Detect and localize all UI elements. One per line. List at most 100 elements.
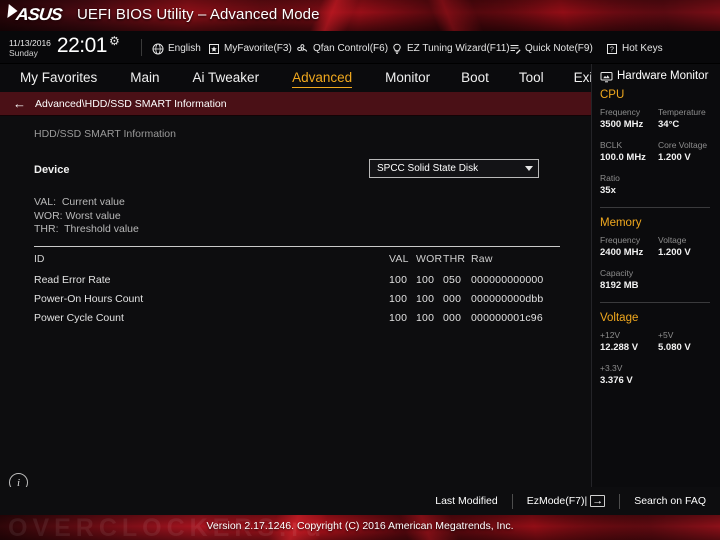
monitor-icon — [600, 70, 613, 83]
note-pencil-icon — [508, 42, 521, 55]
table-row[interactable]: Power-On Hours Count 100 100 000 0000000… — [34, 291, 560, 310]
header-wor: WOR — [416, 252, 443, 265]
bottombar-divider — [511, 493, 513, 509]
toolbar-item-hot-keys[interactable]: ? Hot Keys — [605, 40, 663, 57]
readout-key: Temperature — [658, 107, 706, 117]
header-thr: THR — [443, 252, 466, 265]
toolbar-item-quick-note[interactable]: Quick Note(F9) — [508, 40, 593, 57]
readout-value: 3.376 V — [600, 375, 633, 386]
row-val: 100 — [389, 292, 408, 305]
legend-wor: WOR: Worst value — [34, 209, 121, 222]
current-day: Sunday — [9, 48, 38, 58]
toolbar-item-qfan-control[interactable]: Qfan Control(F6) — [296, 40, 388, 57]
smart-attributes-table: ID VAL WOR THR Raw Read Error Rate 100 1… — [34, 251, 560, 329]
device-label: Device — [34, 164, 70, 176]
version-copyright: Version 2.17.1246. Copyright (C) 2016 Am… — [206, 520, 514, 532]
hardware-monitor-header: Hardware Monitor — [600, 70, 720, 83]
readout-capacity: Capacity 8192 MB — [600, 268, 716, 292]
row-id: Read Error Rate — [34, 273, 111, 286]
toolbar-item-myfavorite[interactable]: MyFavorite(F3) — [207, 40, 292, 57]
readout-value: 12.288 V — [600, 342, 639, 353]
row-thr: 000 — [443, 292, 462, 305]
row-id: Power Cycle Count — [34, 311, 124, 324]
readout-mem-frequency: Frequency 2400 MHz — [600, 235, 658, 259]
breadcrumb[interactable]: ← Advanced\HDD/SSD SMART Information — [0, 92, 591, 116]
readout-value: 100.0 MHz — [600, 152, 646, 163]
current-time: 22:01 — [56, 34, 108, 57]
legend-val: VAL: Current value — [34, 196, 125, 208]
readout-12v: +12V 12.288 V — [600, 330, 658, 354]
date-time-block[interactable]: 11/13/2016 Sunday 22:01 ⚙ — [9, 34, 120, 59]
row-wor: 100 — [416, 273, 435, 286]
hardware-monitor-title: Hardware Monitor — [617, 70, 709, 82]
readout-key: Capacity — [600, 268, 634, 278]
device-select-value: SPCC Solid State Disk — [377, 163, 479, 174]
toolbar-divider — [141, 39, 142, 56]
title-banner: ASUS UEFI BIOS Utility – Advanced Mode — [0, 0, 720, 31]
table-row[interactable]: Power Cycle Count 100 100 000 000000001c… — [34, 310, 560, 329]
tab-advanced[interactable]: Advanced — [292, 70, 353, 88]
header-val: VAL — [389, 252, 409, 265]
bios-screen: ASUS UEFI BIOS Utility – Advanced Mode 1… — [0, 0, 720, 540]
row-val: 100 — [389, 273, 408, 286]
readout-ratio: Ratio 35x — [600, 173, 716, 197]
back-arrow-icon[interactable]: ← — [13, 97, 26, 110]
arrow-into-bracket-icon: → — [590, 495, 606, 507]
voltage-readouts: +12V 12.288 V +5V 5.080 V +3.3V 3.376 V — [600, 330, 720, 396]
device-select[interactable]: SPCC Solid State Disk — [369, 159, 539, 178]
readout-core-voltage: Core Voltage 1.200 V — [658, 140, 716, 164]
readout-key: Ratio — [600, 173, 620, 183]
toolbar-label-myfavorite: MyFavorite(F3) — [224, 43, 292, 54]
readout-value: 2400 MHz — [600, 247, 644, 258]
readout-key: +5V — [658, 330, 674, 340]
tab-my-favorites[interactable]: My Favorites — [20, 70, 97, 87]
device-row: Device SPCC Solid State Disk — [34, 159, 565, 180]
toolbar-label-english: English — [168, 43, 201, 54]
ezmode-button[interactable]: EzMode(F7)| → — [527, 495, 606, 507]
cpu-readouts: Frequency 3500 MHz Temperature 34°C BCLK… — [600, 107, 720, 206]
readout-frequency: Frequency 3500 MHz — [600, 107, 658, 131]
row-wor: 100 — [416, 311, 435, 324]
sidebar-divider — [600, 207, 710, 208]
sidebar-section-cpu: CPU — [600, 89, 625, 101]
asus-logo-text: ASUS — [15, 5, 63, 24]
table-row[interactable]: Read Error Rate 100 100 050 000000000000 — [34, 272, 560, 291]
sidebar-divider — [600, 302, 710, 303]
readout-value: 8192 MB — [600, 280, 639, 291]
gear-icon[interactable]: ⚙ — [109, 35, 120, 47]
readout-key: +3.3V — [600, 363, 623, 373]
tab-main[interactable]: Main — [130, 70, 159, 87]
bottom-action-bar: Last Modified EzMode(F7)| → Search on FA… — [0, 487, 720, 515]
toolbar-label-qfan-control: Qfan Control(F6) — [313, 43, 389, 54]
lightbulb-icon — [390, 42, 403, 55]
readout-mem-voltage: Voltage 1.200 V — [658, 235, 716, 259]
page-title: UEFI BIOS Utility – Advanced Mode — [77, 6, 320, 23]
readout-key: +12V — [600, 330, 621, 340]
section-title: HDD/SSD SMART Information — [34, 128, 176, 140]
tab-boot[interactable]: Boot — [461, 70, 489, 87]
toolbar-item-english[interactable]: English — [151, 40, 201, 57]
last-modified-button[interactable]: Last Modified — [435, 495, 497, 507]
value-legend: VAL: Current value WOR: Worst value THR:… — [34, 196, 565, 237]
hardware-monitor-panel: Hardware Monitor CPU Frequency 3500 MHz … — [591, 64, 720, 487]
ezmode-label: EzMode(F7)| — [526, 495, 588, 507]
svg-text:?: ? — [610, 46, 614, 53]
search-on-faq-button[interactable]: Search on FAQ — [634, 495, 706, 507]
readout-temperature: Temperature 34°C — [658, 107, 716, 131]
row-raw: 000000000dbb — [471, 292, 544, 305]
toolbar-label-hot-keys: Hot Keys — [622, 43, 663, 54]
fan-icon — [296, 42, 309, 55]
row-thr: 000 — [443, 311, 462, 324]
row-raw: 000000000000 — [471, 273, 544, 286]
readout-key: Core Voltage — [658, 140, 708, 150]
tab-tool[interactable]: Tool — [519, 70, 544, 87]
tab-monitor[interactable]: Monitor — [385, 70, 430, 87]
row-id: Power-On Hours Count — [34, 292, 144, 305]
readout-value: 1.200 V — [658, 247, 691, 258]
current-date: 11/13/2016 — [9, 38, 51, 48]
readout-key: BCLK — [600, 140, 623, 150]
toolbar-item-ez-tuning-wizard[interactable]: EZ Tuning Wizard(F11) — [390, 40, 510, 57]
readout-key: Frequency — [600, 235, 641, 245]
readout-5v: +5V 5.080 V — [658, 330, 716, 354]
tab-ai-tweaker[interactable]: Ai Tweaker — [193, 70, 260, 87]
